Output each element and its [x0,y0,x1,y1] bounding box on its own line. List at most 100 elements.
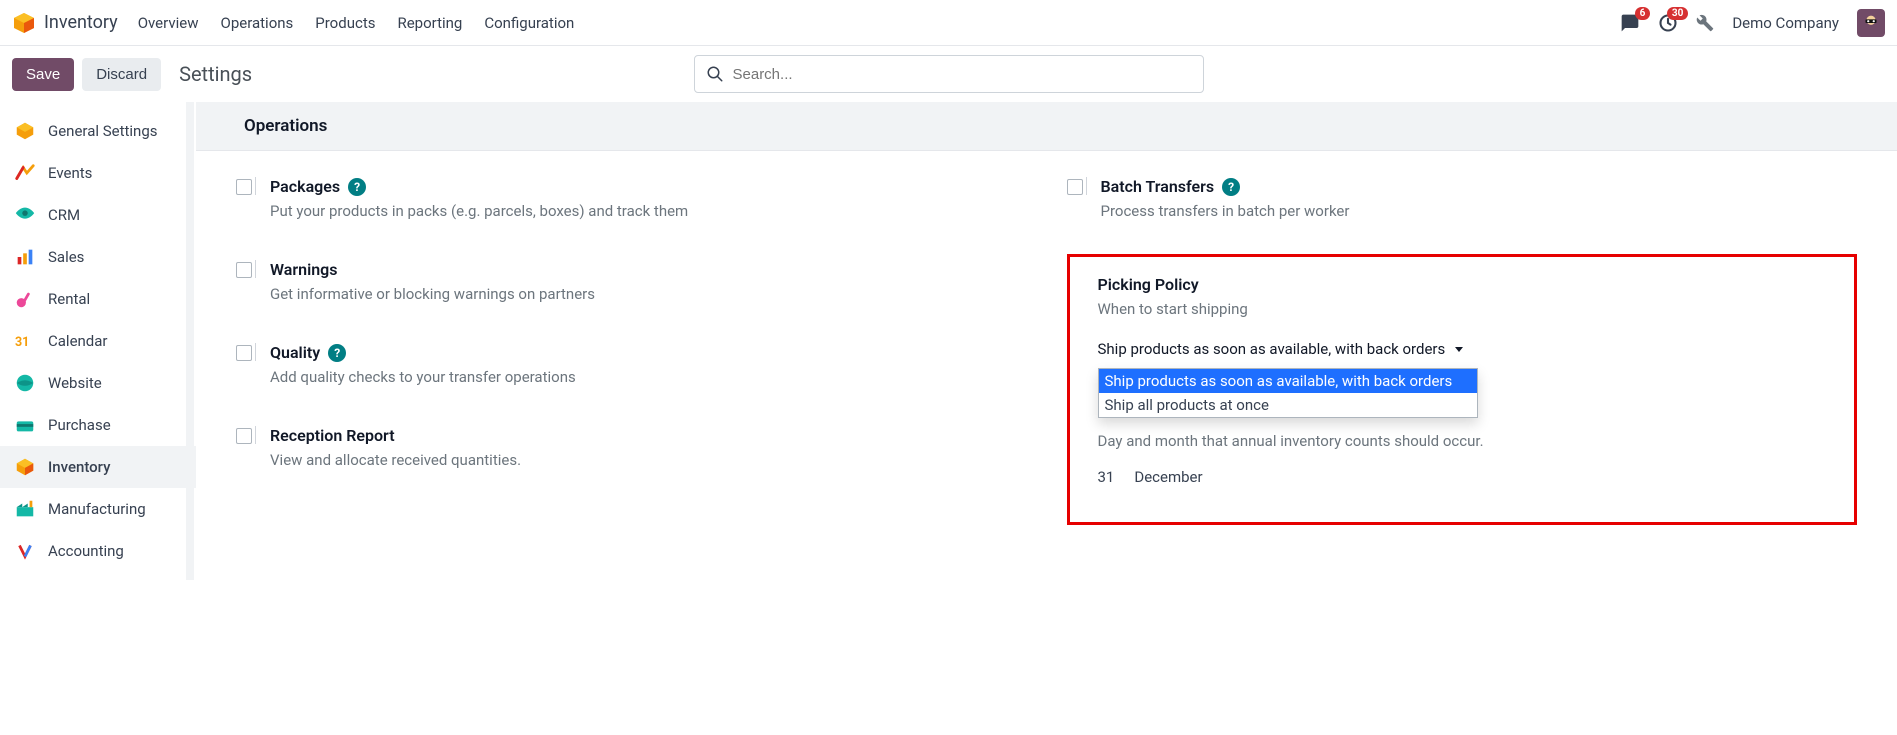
manufacturing-icon [14,498,36,520]
purchase-icon [14,414,36,436]
search-input[interactable] [694,55,1204,93]
save-button[interactable]: Save [12,58,74,91]
inventory-icon [14,456,36,478]
setting-desc: When to start shipping [1098,300,1827,318]
setting-title: Warnings [270,260,338,279]
sidebar-item-calendar[interactable]: 31 Calendar [0,320,196,362]
sidebar-item-accounting[interactable]: Accounting [0,530,196,572]
checkbox-batch[interactable] [1067,179,1083,195]
sidebar-item-purchase[interactable]: Purchase [0,404,196,446]
settings-sidebar: General Settings Events CRM Sales Rental… [0,102,196,580]
checkbox-packages[interactable] [236,179,252,195]
highlight-box: Picking Policy When to start shipping Sh… [1067,254,1858,525]
discard-button[interactable]: Discard [82,58,161,91]
search-icon [706,65,724,83]
svg-text:31: 31 [15,335,29,350]
setting-quality: Quality ? Add quality checks to your tra… [236,337,1027,386]
setting-picking-policy: Picking Policy When to start shipping Sh… [1098,275,1827,418]
setting-title: Batch Transfers [1101,177,1215,196]
checkbox-reception[interactable] [236,428,252,444]
help-icon[interactable]: ? [328,344,346,362]
sidebar-label: Sales [48,248,84,266]
events-icon [14,162,36,184]
activity-badge: 30 [1667,7,1688,20]
sidebar-item-crm[interactable]: CRM [0,194,196,236]
sales-icon [14,246,36,268]
setting-title: Quality [270,343,320,362]
help-icon[interactable]: ? [348,178,366,196]
app-title[interactable]: Inventory [44,12,118,33]
sidebar-label: Events [48,164,92,182]
settings-grid: Packages ? Put your products in packs (e… [196,151,1897,565]
sidebar-label: Calendar [48,332,108,350]
content: Operations Packages ? Put your products … [196,102,1897,580]
picking-policy-dropdown: Ship products as soon as available, with… [1098,368,1478,418]
checkbox-quality[interactable] [236,345,252,361]
setting-batch: Batch Transfers ? Process transfers in b… [1067,171,1858,220]
setting-packages: Packages ? Put your products in packs (e… [236,171,1027,220]
setting-desc: Add quality checks to your transfer oper… [270,368,1027,386]
sidebar-label: Website [48,374,102,392]
select-current-value: Ship products as soon as available, with… [1098,340,1446,358]
section-header-operations: Operations [196,102,1897,151]
top-nav: Inventory Overview Operations Products R… [0,0,1897,46]
setting-desc: View and allocate received quantities. [270,451,1027,469]
sidebar-item-sales[interactable]: Sales [0,236,196,278]
setting-warnings: Warnings Get informative or blocking war… [236,254,1027,303]
user-avatar[interactable] [1857,9,1885,37]
activity-icon[interactable]: 30 [1658,13,1678,33]
setting-desc: Get informative or blocking warnings on … [270,285,1027,303]
sidebar-label: Inventory [48,458,110,476]
sidebar-item-rental[interactable]: Rental [0,278,196,320]
company-name[interactable]: Demo Company [1732,14,1839,32]
sidebar-label: Rental [48,290,90,308]
messages-icon[interactable]: 6 [1620,13,1640,33]
annual-day-field[interactable]: 31 [1098,468,1115,486]
calendar-icon: 31 [14,330,36,352]
sidebar-label: CRM [48,206,80,224]
setting-title: Packages [270,177,340,196]
rental-icon [14,288,36,310]
setting-reception: Reception Report View and allocate recei… [236,420,1027,469]
messages-badge: 6 [1635,7,1651,20]
checkbox-warnings[interactable] [236,262,252,278]
nav-reporting[interactable]: Reporting [397,14,462,32]
nav-products[interactable]: Products [315,14,375,32]
dropdown-option-backorders[interactable]: Ship products as soon as available, with… [1099,369,1477,393]
picking-policy-select[interactable]: Ship products as soon as available, with… [1098,336,1827,362]
settings-col-right: Batch Transfers ? Process transfers in b… [1067,171,1858,525]
annual-month-field[interactable]: December [1134,468,1202,486]
caret-down-icon [1455,347,1463,352]
sidebar-label: Manufacturing [48,500,146,518]
crm-icon [14,204,36,226]
accounting-icon [14,540,36,562]
nav-configuration[interactable]: Configuration [484,14,574,32]
gear-box-icon [14,120,36,142]
nav-overview[interactable]: Overview [138,14,199,32]
control-bar: Save Discard Settings [0,46,1897,102]
tools-icon[interactable] [1696,14,1714,32]
setting-title: Reception Report [270,426,395,445]
breadcrumb-settings: Settings [179,62,252,86]
dropdown-option-all-at-once[interactable]: Ship all products at once [1099,393,1477,417]
settings-col-left: Packages ? Put your products in packs (e… [236,171,1027,525]
sidebar-item-events[interactable]: Events [0,152,196,194]
sidebar-item-website[interactable]: Website [0,362,196,404]
setting-desc: Process transfers in batch per worker [1101,202,1858,220]
sidebar-item-inventory[interactable]: Inventory [0,446,196,488]
app-logo [12,11,36,35]
sidebar-scrollbar[interactable] [186,106,194,136]
setting-title: Picking Policy [1098,275,1199,294]
sidebar-label: General Settings [48,122,158,140]
sidebar-item-manufacturing[interactable]: Manufacturing [0,488,196,530]
main: General Settings Events CRM Sales Rental… [0,102,1897,580]
help-icon[interactable]: ? [1222,178,1240,196]
setting-desc: Put your products in packs (e.g. parcels… [270,202,1027,220]
sidebar-item-general[interactable]: General Settings [0,110,196,152]
sidebar-label: Purchase [48,416,111,434]
annual-inventory-row: 31 December [1098,468,1827,486]
nav-menu: Overview Operations Products Reporting C… [138,14,575,32]
sidebar-label: Accounting [48,542,124,560]
search-wrap [694,55,1204,93]
nav-operations[interactable]: Operations [221,14,294,32]
